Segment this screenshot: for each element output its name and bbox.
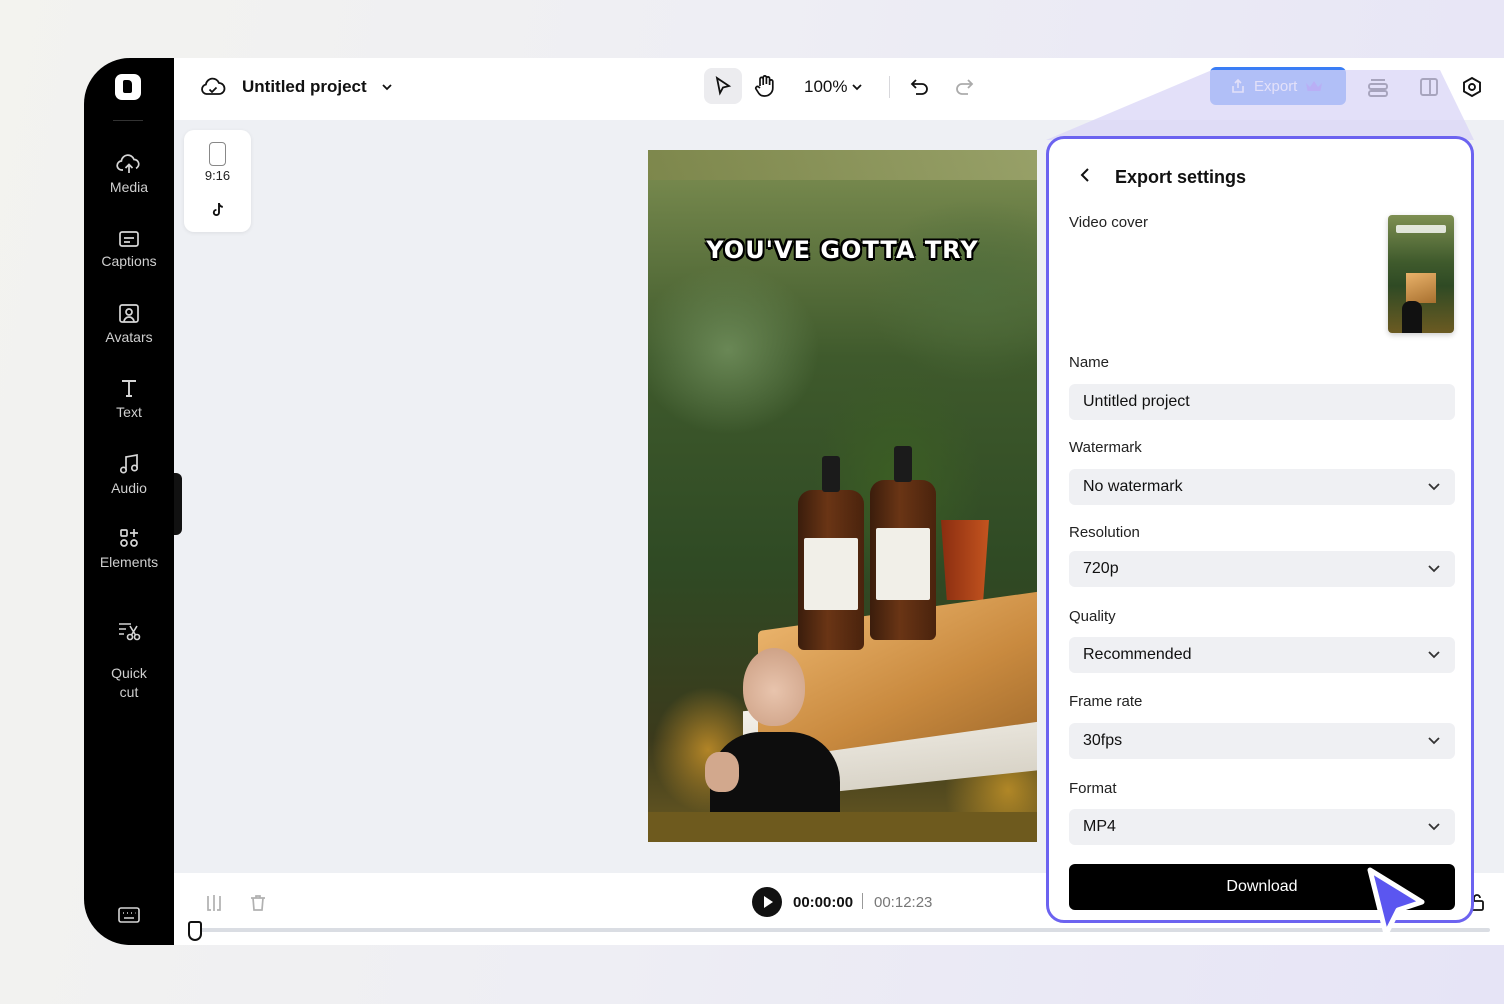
keyboard-icon[interactable]: [117, 906, 141, 924]
play-button[interactable]: [752, 887, 782, 917]
plant-pot: [941, 520, 989, 600]
project-title[interactable]: Untitled project: [242, 77, 367, 97]
top-bar: Untitled project 100% Export: [174, 58, 1504, 120]
current-time: 00:00:00: [793, 894, 854, 911]
lotion-bottle: [798, 456, 864, 650]
sidebar-item-label: Elements: [99, 554, 159, 570]
split-view-icon[interactable]: [1418, 76, 1440, 98]
select-tool-button[interactable]: [704, 68, 742, 104]
resolution-label: Resolution: [1069, 524, 1140, 541]
hand-icon[interactable]: [754, 74, 776, 98]
redo-icon[interactable]: [954, 76, 976, 98]
watermark-label: Watermark: [1069, 439, 1142, 456]
sidebar-item-label: Media: [109, 179, 149, 195]
export-label: Export: [1254, 78, 1298, 95]
sidebar-item-quick-cut[interactable]: Quick cut: [84, 601, 174, 702]
watermark-select-value: No watermark: [1083, 478, 1183, 495]
format-label: Format: [1069, 780, 1117, 797]
frame-rate-select-value: 30fps: [1083, 732, 1123, 749]
chevron-down-icon[interactable]: [380, 80, 394, 94]
cloud-upload-icon: [116, 154, 140, 173]
trash-icon[interactable]: [248, 893, 268, 913]
sidebar-item-label: Captions: [101, 253, 157, 269]
aspect-ratio-card[interactable]: 9:16: [184, 130, 251, 232]
export-button[interactable]: Export: [1210, 67, 1346, 105]
chevron-down-icon: [1428, 823, 1440, 831]
sidebar-item-avatars[interactable]: Avatars: [84, 303, 174, 347]
sidebar: Media Captions Avatars Text Audio Elemen…: [84, 58, 174, 945]
video-cover-thumbnail[interactable]: [1388, 215, 1454, 333]
pointer-icon: [715, 76, 732, 96]
app-logo[interactable]: [115, 74, 141, 100]
settings-icon[interactable]: [1461, 76, 1483, 98]
quality-select-value: Recommended: [1083, 646, 1192, 663]
chevron-down-icon: [1428, 737, 1440, 745]
panel-title: Export settings: [1115, 167, 1247, 187]
resolution-select-value: 720p: [1083, 560, 1119, 577]
sidebar-collapse-handle[interactable]: [174, 473, 182, 535]
frame-rate-label: Frame rate: [1069, 693, 1143, 710]
sidebar-item-label: Avatars: [105, 329, 153, 345]
sidebar-item-audio[interactable]: Audio: [84, 452, 174, 498]
name-input[interactable]: Untitled project: [1069, 384, 1455, 420]
sidebar-item-captions[interactable]: Captions: [84, 229, 174, 271]
timeline-track[interactable]: [194, 928, 1490, 932]
total-duration: 00:12:23: [874, 894, 933, 911]
playhead-handle[interactable]: [188, 921, 202, 941]
sidebar-item-label: Audio: [111, 480, 147, 496]
time-divider: [862, 893, 863, 909]
format-select-value: MP4: [1083, 818, 1116, 835]
video-bottom-band: [648, 812, 1037, 842]
quality-label: Quality: [1069, 608, 1116, 625]
resolution-select[interactable]: 720p: [1069, 551, 1455, 587]
video-top-band: [648, 150, 1037, 180]
sidebar-divider: [113, 120, 143, 121]
video-cover-label: Video cover: [1069, 214, 1148, 231]
frame-rate-select[interactable]: 30fps: [1069, 723, 1455, 759]
video-caption[interactable]: YOU'VE GOTTA TRY: [648, 236, 1037, 264]
video-canvas[interactable]: YOU'VE GOTTA TRY: [648, 150, 1037, 842]
format-select[interactable]: MP4: [1069, 809, 1455, 845]
watermark-select[interactable]: No watermark: [1069, 469, 1455, 505]
chevron-down-icon: [1428, 651, 1440, 659]
chevron-down-icon[interactable]: [850, 80, 864, 94]
tiktok-icon: [212, 203, 223, 217]
aspect-ratio-label: 9:16: [204, 168, 231, 183]
sidebar-item-text[interactable]: Text: [84, 376, 174, 422]
layers-icon[interactable]: [1366, 75, 1390, 99]
soap-bottle: [870, 446, 936, 640]
quality-select[interactable]: Recommended: [1069, 637, 1455, 673]
chevron-down-icon: [1428, 483, 1440, 491]
undo-icon[interactable]: [908, 76, 930, 98]
music-note-icon: [119, 453, 139, 474]
sidebar-item-label: Text: [116, 404, 142, 420]
captions-icon: [119, 231, 139, 247]
sidebar-item-label: Quick cut: [111, 665, 147, 700]
name-input-value: Untitled project: [1083, 393, 1190, 410]
sidebar-item-media[interactable]: Media: [84, 153, 174, 197]
cloud-sync-icon[interactable]: [200, 76, 226, 98]
toolbar-divider: [889, 76, 890, 98]
share-icon: [1232, 78, 1244, 93]
crown-icon: [1306, 81, 1322, 91]
sidebar-item-elements[interactable]: Elements: [84, 526, 174, 572]
avatar-icon: [119, 304, 139, 323]
chevron-down-icon: [1428, 565, 1440, 573]
elements-icon: [120, 529, 138, 547]
mouse-cursor-icon: [1367, 867, 1425, 937]
phone-portrait-icon: [209, 142, 226, 166]
back-arrow-icon[interactable]: [1077, 166, 1095, 184]
zoom-level[interactable]: 100%: [804, 77, 847, 97]
name-label: Name: [1069, 354, 1110, 371]
export-settings-panel: Export settings Video cover Name Untitle…: [1046, 136, 1474, 923]
text-icon: [122, 380, 136, 397]
split-icon[interactable]: [204, 893, 224, 913]
scissors-icon: [119, 623, 141, 641]
